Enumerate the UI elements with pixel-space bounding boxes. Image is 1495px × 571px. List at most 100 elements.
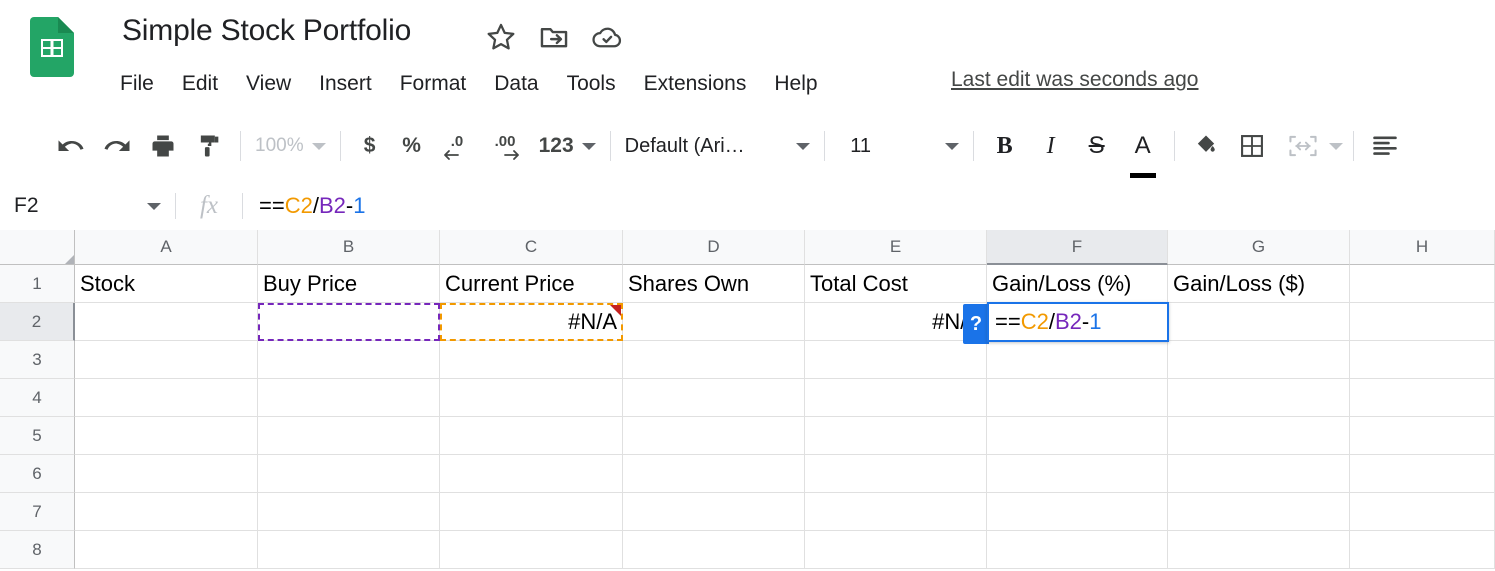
cell-empty[interactable] [987, 455, 1168, 493]
cell-empty[interactable] [805, 379, 987, 417]
paint-format-icon[interactable] [186, 123, 232, 169]
row-header-4[interactable]: 4 [0, 379, 75, 417]
merge-cells-icon[interactable] [1275, 123, 1343, 169]
cell-empty[interactable] [75, 341, 258, 379]
cell-empty[interactable] [987, 417, 1168, 455]
cell-empty[interactable] [258, 455, 440, 493]
cell-empty[interactable] [258, 341, 440, 379]
cell-empty[interactable] [987, 531, 1168, 569]
cell-empty[interactable] [258, 417, 440, 455]
document-title[interactable]: Simple Stock Portfolio [122, 14, 411, 48]
borders-icon[interactable] [1229, 123, 1275, 169]
cell-empty[interactable] [623, 303, 805, 341]
font-family-selector[interactable]: Default (Ari… [619, 126, 816, 166]
cell-empty[interactable] [440, 379, 623, 417]
cell-empty[interactable] [805, 531, 987, 569]
cell-empty[interactable] [1168, 531, 1350, 569]
column-header-b[interactable]: B [258, 230, 440, 265]
menu-item-tools[interactable]: Tools [567, 72, 616, 96]
row-header-5[interactable]: 5 [0, 417, 75, 455]
cell-empty[interactable] [1168, 417, 1350, 455]
sheets-doc-icon[interactable] [30, 17, 74, 77]
cell-empty[interactable] [1168, 379, 1350, 417]
align-left-icon[interactable] [1362, 123, 1408, 169]
print-icon[interactable] [140, 123, 186, 169]
cell-empty[interactable] [987, 341, 1168, 379]
redo-icon[interactable] [94, 123, 140, 169]
row-header-8[interactable]: 8 [0, 531, 75, 569]
increase-decimal-button[interactable]: .00 [481, 123, 533, 169]
row-header-7[interactable]: 7 [0, 493, 75, 531]
cell-empty[interactable] [1350, 493, 1495, 531]
row-header-6[interactable]: 6 [0, 455, 75, 493]
undo-icon[interactable] [48, 123, 94, 169]
decrease-decimal-button[interactable]: .0 [433, 123, 481, 169]
cell-empty[interactable] [805, 493, 987, 531]
bold-button[interactable]: B [982, 123, 1028, 169]
text-color-button[interactable]: A [1120, 123, 1166, 178]
menu-item-edit[interactable]: Edit [182, 72, 218, 96]
formula-help-badge[interactable]: ? [963, 304, 989, 344]
menu-item-help[interactable]: Help [774, 72, 817, 96]
cell-a1[interactable]: Stock [75, 265, 258, 303]
menu-item-extensions[interactable]: Extensions [644, 72, 747, 96]
cell-c1[interactable]: Current Price [440, 265, 623, 303]
cell-empty[interactable] [440, 493, 623, 531]
cell-empty[interactable] [75, 417, 258, 455]
cell-empty[interactable] [75, 379, 258, 417]
cloud-saved-icon[interactable] [590, 20, 624, 54]
number-format-selector[interactable]: 123 [533, 127, 602, 165]
cell-empty[interactable] [440, 417, 623, 455]
cell-empty[interactable] [258, 493, 440, 531]
cell-empty[interactable] [987, 493, 1168, 531]
row-header-1[interactable]: 1 [0, 265, 75, 303]
formula-input[interactable]: ==C2/B2-1 [243, 182, 1495, 230]
cell-empty[interactable] [440, 455, 623, 493]
cell-empty[interactable] [1350, 455, 1495, 493]
column-header-h[interactable]: H [1350, 230, 1495, 265]
cell-b1[interactable]: Buy Price [258, 265, 440, 303]
menu-item-data[interactable]: Data [494, 72, 538, 96]
cell-empty[interactable] [987, 379, 1168, 417]
column-header-c[interactable]: C [440, 230, 623, 265]
cell-e1[interactable]: Total Cost [805, 265, 987, 303]
last-edit-status[interactable]: Last edit was seconds ago [951, 68, 1199, 92]
column-header-f[interactable]: F [987, 230, 1168, 265]
cell-empty[interactable] [1350, 265, 1495, 303]
cell-g1[interactable]: Gain/Loss ($) [1168, 265, 1350, 303]
cell-empty[interactable] [623, 417, 805, 455]
cell-empty[interactable] [1350, 341, 1495, 379]
menu-item-view[interactable]: View [246, 72, 291, 96]
menu-item-insert[interactable]: Insert [319, 72, 372, 96]
cell-empty[interactable] [75, 531, 258, 569]
cell-d1[interactable]: Shares Own [623, 265, 805, 303]
cell-empty[interactable] [1350, 531, 1495, 569]
cell-empty[interactable] [258, 379, 440, 417]
cell-empty[interactable] [1350, 417, 1495, 455]
cell-empty[interactable] [1350, 303, 1495, 341]
cell-empty[interactable] [440, 341, 623, 379]
cell-empty[interactable] [75, 493, 258, 531]
cell-empty[interactable] [1168, 455, 1350, 493]
cell-empty[interactable] [623, 531, 805, 569]
fill-color-icon[interactable] [1183, 123, 1229, 169]
cell-empty[interactable] [623, 341, 805, 379]
cell-empty[interactable] [623, 455, 805, 493]
cell-empty[interactable] [805, 455, 987, 493]
cell-empty[interactable] [1168, 493, 1350, 531]
row-header-2[interactable]: 2 [0, 303, 75, 341]
name-box[interactable]: F2 [0, 182, 175, 230]
cell-e2[interactable]: #N/A [805, 303, 987, 341]
cell-empty[interactable] [1350, 379, 1495, 417]
currency-format-button[interactable]: $ [349, 123, 391, 169]
column-header-g[interactable]: G [1168, 230, 1350, 265]
row-header-3[interactable]: 3 [0, 341, 75, 379]
cell-f1[interactable]: Gain/Loss (%) [987, 265, 1168, 303]
menu-item-file[interactable]: File [120, 72, 154, 96]
column-header-d[interactable]: D [623, 230, 805, 265]
move-to-folder-icon[interactable] [537, 20, 571, 54]
zoom-selector[interactable]: 100% [249, 127, 332, 165]
column-header-a[interactable]: A [75, 230, 258, 265]
cell-empty[interactable] [258, 531, 440, 569]
cell-empty[interactable] [440, 531, 623, 569]
